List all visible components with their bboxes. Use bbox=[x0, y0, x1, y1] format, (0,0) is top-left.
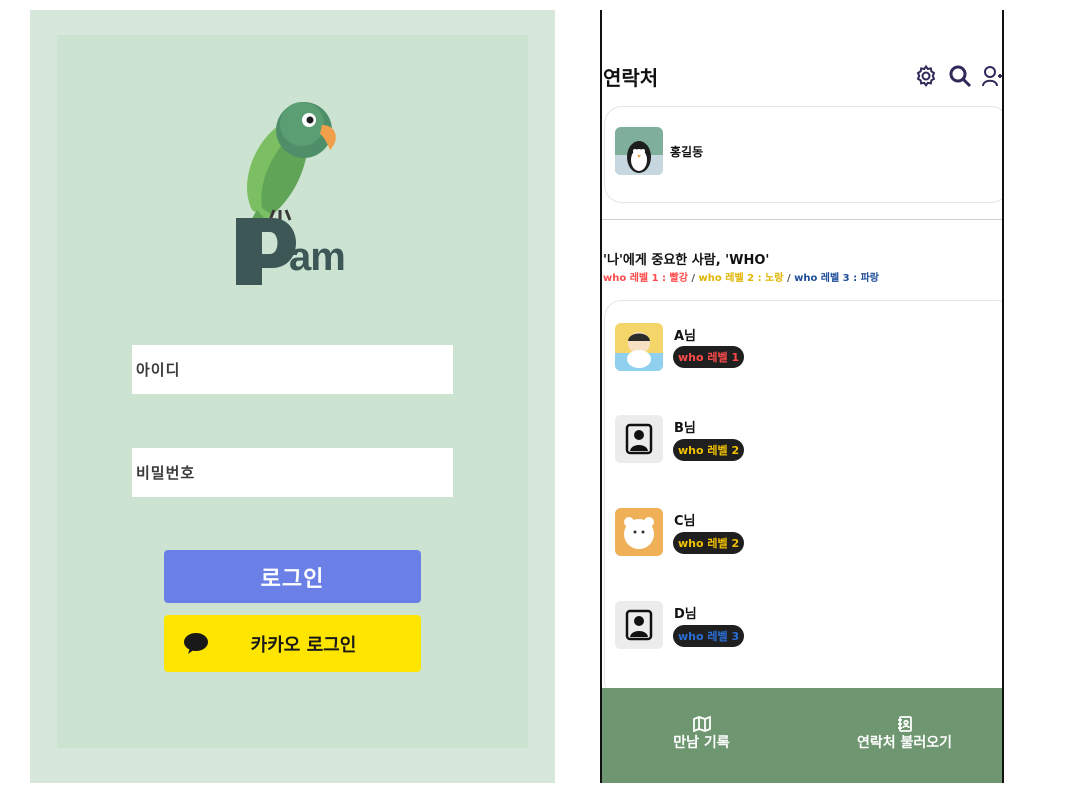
list-item[interactable]: A님 who 레벨 1 bbox=[605, 301, 1002, 391]
nav-meet-record-label: 만남 기록 bbox=[673, 735, 730, 751]
legend-level1: who 레벨 1 : 빨강 bbox=[603, 273, 688, 284]
nav-load-contacts-label: 연락처 불러오기 bbox=[856, 735, 953, 751]
default-avatar bbox=[615, 415, 663, 463]
who-contact-list: A님 who 레벨 1 B님 who 레벨 2 C님 who 레벨 2 D님 w… bbox=[604, 300, 1002, 700]
legend-separator: / bbox=[783, 273, 795, 284]
logo-am-text: am bbox=[289, 235, 346, 279]
bear-avatar bbox=[615, 508, 663, 556]
password-input[interactable] bbox=[132, 448, 453, 497]
page-title: 연락처 bbox=[603, 66, 659, 90]
who-level-badge: who 레벨 1 bbox=[673, 346, 745, 368]
contact-name: C님 bbox=[674, 514, 696, 529]
contact-name: A님 bbox=[674, 329, 697, 344]
my-profile-card[interactable]: 홍길동 bbox=[604, 106, 1002, 203]
penguin-avatar bbox=[615, 127, 663, 175]
default-avatar bbox=[615, 601, 663, 649]
settings-icon[interactable] bbox=[914, 64, 938, 88]
who-level-badge: who 레벨 3 bbox=[673, 625, 745, 647]
kakao-login-button[interactable]: 카카오 로그인 bbox=[164, 615, 421, 672]
who-level-badge: who 레벨 2 bbox=[673, 532, 745, 554]
who-legend: who 레벨 1 : 빨강 / who 레벨 2 : 노랑 / who 레벨 3… bbox=[603, 269, 879, 284]
nav-meet-record[interactable]: 만남 기록 bbox=[664, 716, 739, 752]
who-level-badge: who 레벨 2 bbox=[673, 439, 745, 461]
kakao-login-label: 카카오 로그인 bbox=[250, 634, 357, 656]
contacts-screen: 연락처 홍길동 '나'에게 중요한 사람, 'WHO' who 레벨 1: 빨… bbox=[600, 10, 1004, 783]
id-input[interactable] bbox=[132, 345, 453, 394]
login-button[interactable]: 로그인 bbox=[164, 550, 421, 603]
search-icon[interactable] bbox=[948, 64, 972, 88]
list-item[interactable]: D님 who 레벨 3 bbox=[605, 579, 1002, 669]
list-item[interactable]: B님 who 레벨 2 bbox=[605, 393, 1002, 483]
contact-name: D님 bbox=[674, 607, 697, 622]
login-screen: am 로그인 카카오 로그인 bbox=[30, 10, 555, 783]
add-user-icon[interactable] bbox=[982, 64, 1002, 88]
legend-level2: who 레벨 2 : 노랑 bbox=[698, 273, 784, 284]
login-panel: am 로그인 카카오 로그인 bbox=[57, 35, 528, 748]
divider bbox=[602, 219, 1002, 220]
child-avatar bbox=[615, 323, 663, 371]
legend-separator: / bbox=[687, 273, 699, 284]
list-item[interactable]: C님 who 레벨 2 bbox=[605, 486, 1002, 576]
profile-name: 홍길동 bbox=[670, 145, 704, 159]
contact-book-icon bbox=[897, 716, 912, 732]
map-icon bbox=[692, 716, 711, 732]
contact-name: B님 bbox=[674, 421, 696, 436]
bottom-nav: 만남 기록 연락처 불러오기 bbox=[602, 688, 1002, 783]
nav-load-contacts[interactable]: 연락처 불러오기 bbox=[842, 716, 967, 752]
who-section-title: '나'에게 중요한 사람, 'WHO' bbox=[603, 253, 770, 268]
legend-level3: who 레벨 3 : 파랑 bbox=[794, 273, 880, 284]
header-actions bbox=[914, 64, 1002, 88]
